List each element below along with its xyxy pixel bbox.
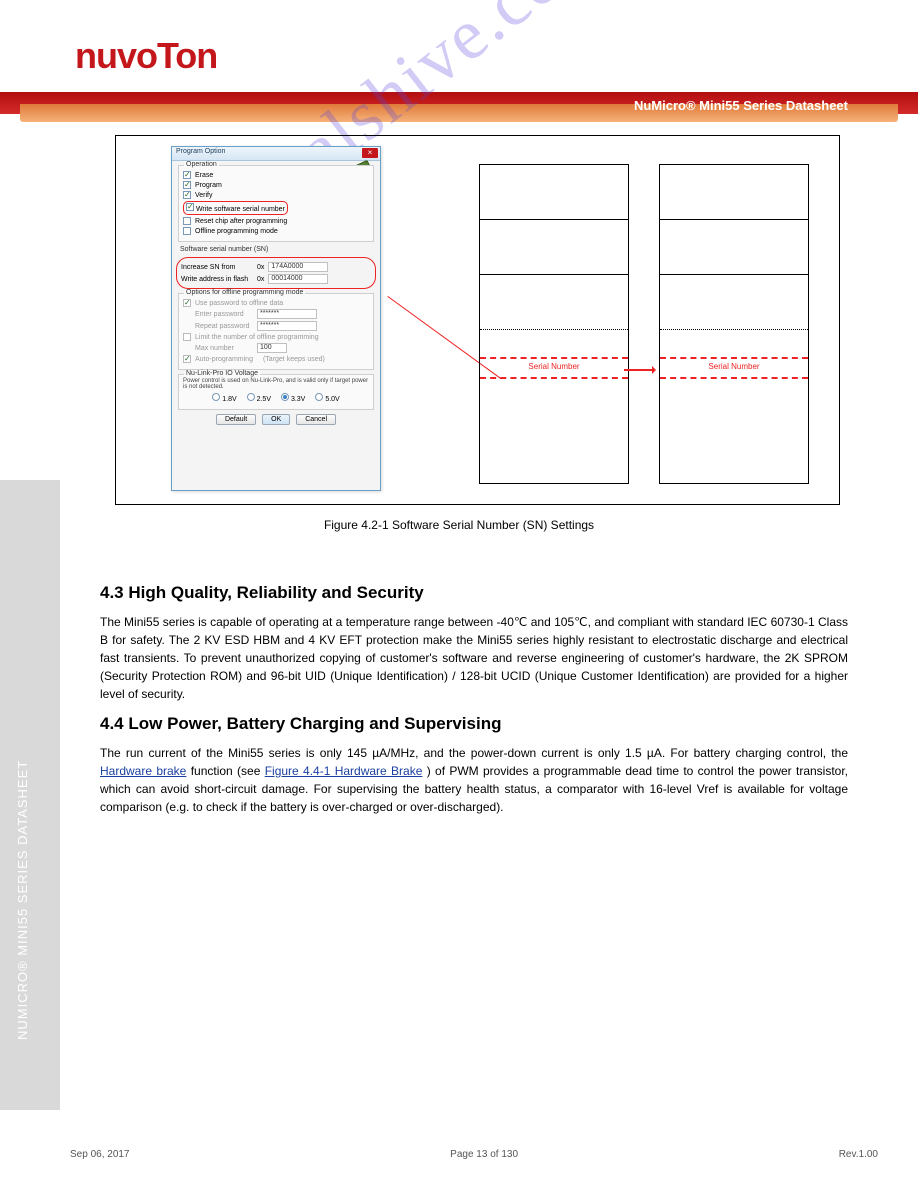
group-voltage: Nu-Link-Pro IO Voltage Power control is … — [178, 374, 374, 410]
sn-prefix1: 0x — [257, 264, 264, 271]
close-icon[interactable]: × — [362, 148, 378, 158]
figure-container: Program Option × Operation Erase Program… — [115, 135, 840, 505]
checkbox-reset-chip[interactable] — [183, 217, 191, 225]
checkbox-program[interactable] — [183, 181, 191, 189]
sidebar-label: NUMICRO® MINI55 SERIES DATASHEET — [15, 760, 30, 1040]
checkbox-auto-prog — [183, 355, 191, 363]
label-program: Program — [195, 182, 222, 189]
input-enter-pwd: ******* — [257, 309, 317, 319]
footer-date: Sep 06, 2017 — [70, 1149, 130, 1160]
voltage-note: Power control is used on Nu-Link-Pro, an… — [183, 378, 369, 390]
sidebar: NUMICRO® MINI55 SERIES DATASHEET — [0, 480, 60, 1110]
body-4-4: The run current of the Mini55 series is … — [100, 744, 848, 816]
label-verify: Verify — [195, 192, 213, 199]
dialog-titlebar: Program Option × — [172, 147, 380, 161]
checkbox-offline-mode[interactable] — [183, 227, 191, 235]
program-option-dialog: Program Option × Operation Erase Program… — [171, 146, 381, 491]
link-hardware-brake[interactable]: Hardware brake — [100, 764, 186, 778]
label-auto-prog: Auto-programming — [195, 356, 253, 363]
input-max-num: 100 — [257, 343, 287, 353]
body-4-4-b: function (see — [191, 764, 265, 778]
radio-1-8v[interactable] — [212, 393, 220, 401]
checkbox-limit-num — [183, 333, 191, 341]
checkbox-erase[interactable] — [183, 171, 191, 179]
heading-4-3: 4.3 High Quality, Reliability and Securi… — [100, 583, 848, 603]
checkbox-write-sn[interactable] — [186, 203, 194, 211]
label-repeat-pwd: Repeat password — [183, 323, 253, 330]
input-repeat-pwd: ******* — [257, 321, 317, 331]
heading-4-4: 4.4 Low Power, Battery Charging and Supe… — [100, 714, 848, 734]
label-max-num: Max number — [183, 345, 253, 352]
body-4-4-a: The run current of the Mini55 series is … — [100, 746, 848, 760]
group-offline-title: Options for offline programming mode — [184, 289, 305, 296]
label-offline-mode: Offline programming mode — [195, 228, 278, 235]
label-limit-num: Limit the number of offline programming — [195, 334, 319, 341]
label-use-pwd: Use password to offline data — [195, 300, 283, 307]
radio-2-5v[interactable] — [247, 393, 255, 401]
page-footer: Sep 06, 2017 Page 13 of 130 Rev.1.00 — [70, 1149, 878, 1160]
default-button[interactable]: Default — [216, 414, 256, 425]
label-5-0v: 5.0V — [325, 396, 339, 403]
label-auto-prog-note: (Target keeps used) — [263, 356, 325, 363]
memory-map-left: Serial Number — [479, 164, 629, 484]
figure-caption: Figure 4.2-1 Software Serial Number (SN)… — [0, 518, 918, 532]
sn-prefix2: 0x — [257, 276, 264, 283]
sn-highlight-box: Increase SN from 0x 174A0000 Write address… — [176, 257, 376, 289]
link-figure-4-4-1[interactable]: Figure 4.4-1 Hardware Brake — [265, 764, 423, 778]
footer-page: Page 13 of 130 — [450, 1149, 518, 1160]
section-4-3: 4.3 High Quality, Reliability and Securi… — [100, 583, 848, 703]
input-sn-increase[interactable]: 174A0000 — [268, 262, 328, 272]
group-operation-title: Operation — [184, 161, 219, 168]
brand-logo: nuvoTon — [75, 35, 217, 77]
body-4-3: The Mini55 series is capable of operatin… — [100, 613, 848, 703]
checkbox-verify[interactable] — [183, 191, 191, 199]
label-write-sn: Write software serial number — [196, 206, 285, 213]
dialog-title: Program Option — [176, 148, 225, 155]
radio-5-0v[interactable] — [315, 393, 323, 401]
group-sn-title: Software serial number (SN) — [180, 246, 374, 253]
section-4-4: 4.4 Low Power, Battery Charging and Supe… — [100, 714, 848, 816]
label-sn-increase: Increase SN from — [181, 264, 253, 271]
label-2-5v: 2.5V — [257, 396, 271, 403]
memory-map-right: Serial Number — [659, 164, 809, 484]
group-operation: Operation Erase Program Verify Write sof… — [178, 165, 374, 242]
label-reset-chip: Reset chip after programming — [195, 218, 287, 225]
dialog-buttons: Default OK Cancel — [172, 412, 380, 429]
label-sn-addr: Write address in flash — [181, 276, 253, 283]
cancel-button[interactable]: Cancel — [296, 414, 336, 425]
doc-title: NuMicro® Mini55 Series Datasheet — [634, 98, 848, 113]
input-sn-addr[interactable]: 00014000 — [268, 274, 328, 284]
arrow-icon — [624, 369, 654, 371]
label-3-3v: 3.3V — [291, 396, 305, 403]
footer-rev: Rev.1.00 — [839, 1149, 878, 1160]
checkbox-use-pwd — [183, 299, 191, 307]
radio-3-3v[interactable] — [281, 393, 289, 401]
ok-button[interactable]: OK — [262, 414, 290, 425]
label-enter-pwd: Enter password — [183, 311, 253, 318]
label-erase: Erase — [195, 172, 213, 179]
label-1-8v: 1.8V — [222, 396, 236, 403]
group-voltage-title: Nu-Link-Pro IO Voltage — [184, 370, 260, 377]
